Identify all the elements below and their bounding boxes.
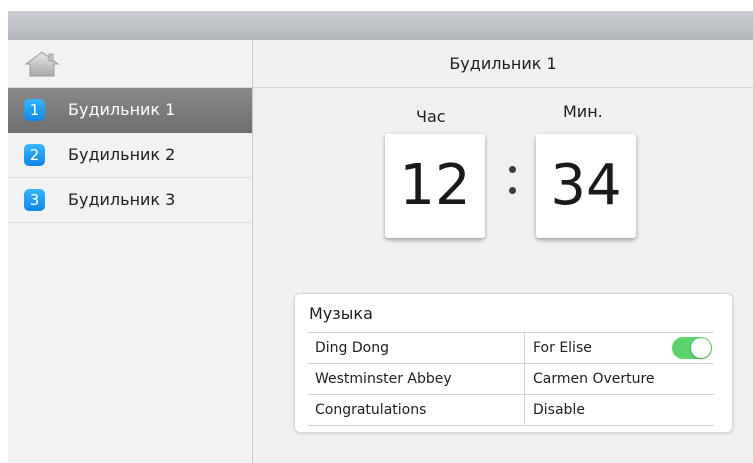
music-toggle[interactable] — [672, 337, 712, 359]
home-icon[interactable] — [24, 50, 60, 78]
alarm-number-badge: 1 — [24, 99, 45, 121]
music-card: Музыка Ding Dong For Elise Westminster A… — [294, 293, 733, 433]
home-bar — [8, 40, 252, 88]
row-divider — [524, 395, 525, 425]
title-bar — [8, 11, 753, 40]
music-option-congratulations[interactable]: Congratulations — [315, 395, 515, 425]
alarm-screen: 1 Будильник 1 2 Будильник 2 3 Будильник … — [8, 11, 753, 463]
music-row: Westminster Abbey Carmen Overture — [307, 363, 714, 394]
music-title: Музыка — [309, 304, 373, 323]
row-divider — [524, 364, 525, 394]
music-option-disable[interactable]: Disable — [533, 395, 714, 425]
music-row: Congratulations Disable — [307, 394, 714, 426]
music-option-ding-dong[interactable]: Ding Dong — [315, 333, 515, 363]
sidebar-item-label: Будильник 2 — [68, 145, 176, 164]
minute-picker[interactable]: 34 — [536, 134, 636, 238]
sidebar-item-alarm-2[interactable]: 2 Будильник 2 — [8, 133, 252, 178]
music-table: Ding Dong For Elise Westminster Abbey Ca… — [307, 332, 714, 426]
alarm-number-badge: 3 — [24, 189, 45, 211]
sidebar-item-alarm-3[interactable]: 3 Будильник 3 — [8, 178, 252, 223]
sidebar-item-label: Будильник 3 — [68, 190, 176, 209]
music-row: Ding Dong For Elise — [307, 332, 714, 363]
hour-label: Час — [416, 107, 446, 126]
sidebar-item-label: Будильник 1 — [68, 100, 176, 119]
toggle-knob — [691, 338, 711, 358]
main-panel: Будильник 1 Час Мин. 12 34 Музыка Ding D… — [253, 40, 753, 463]
time-separator — [506, 166, 518, 208]
minute-label: Мин. — [563, 102, 603, 121]
alarm-number-badge: 2 — [24, 144, 45, 166]
page-title: Будильник 1 — [253, 40, 753, 88]
row-divider — [524, 333, 525, 363]
music-option-carmen-overture[interactable]: Carmen Overture — [533, 364, 714, 394]
hour-picker[interactable]: 12 — [385, 134, 485, 238]
music-option-westminster-abbey[interactable]: Westminster Abbey — [315, 364, 515, 394]
sidebar-item-alarm-1[interactable]: 1 Будильник 1 — [8, 88, 252, 133]
sidebar: 1 Будильник 1 2 Будильник 2 3 Будильник … — [8, 40, 253, 463]
